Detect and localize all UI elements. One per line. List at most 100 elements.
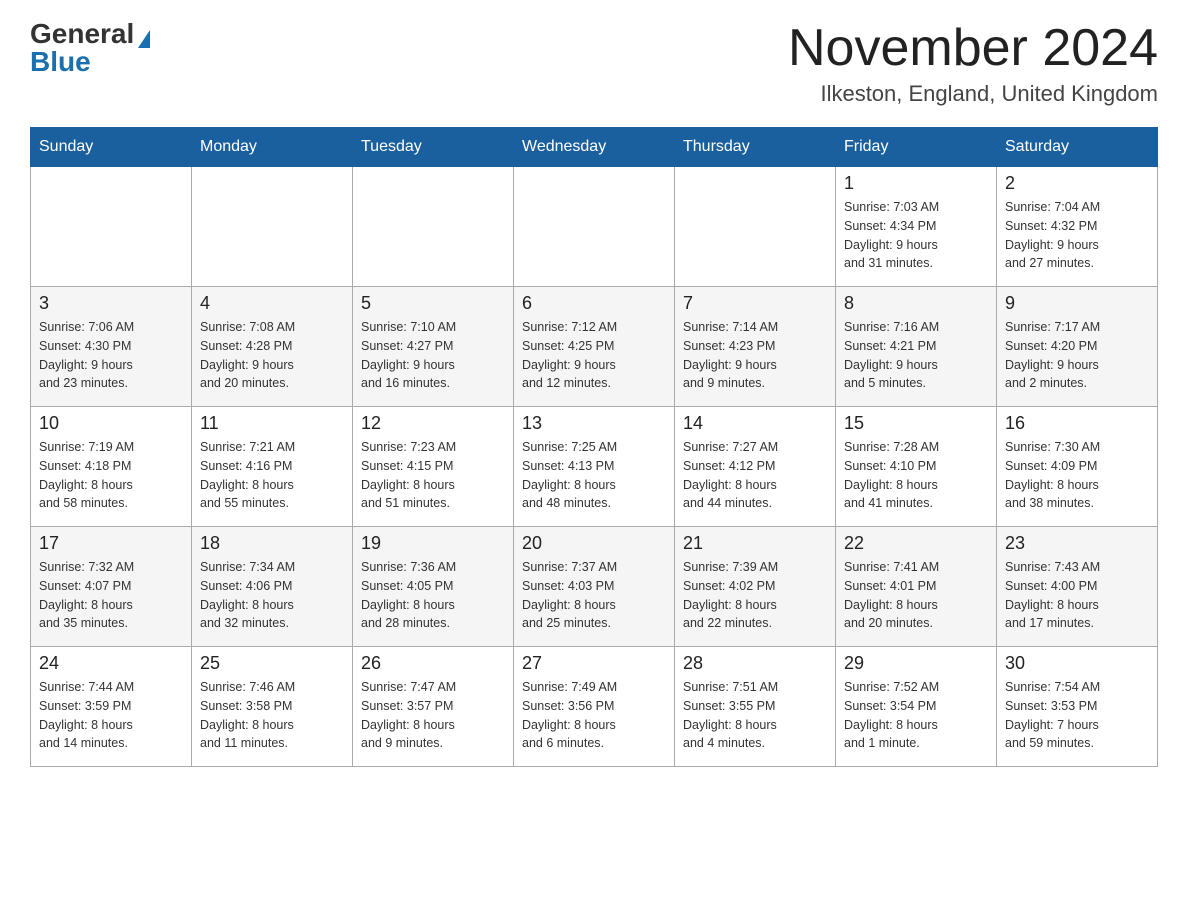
day-number: 10 xyxy=(39,413,183,434)
day-number: 25 xyxy=(200,653,344,674)
day-number: 16 xyxy=(1005,413,1149,434)
day-number: 26 xyxy=(361,653,505,674)
calendar-cell: 18 Sunrise: 7:34 AM Sunset: 4:06 PM Dayli… xyxy=(192,527,353,647)
day-info: Sunrise: 7:37 AM Sunset: 4:03 PM Dayligh… xyxy=(522,558,666,633)
calendar-cell: 22 Sunrise: 7:41 AM Sunset: 4:01 PM Dayli… xyxy=(836,527,997,647)
day-number: 27 xyxy=(522,653,666,674)
day-info: Sunrise: 7:03 AM Sunset: 4:34 PM Dayligh… xyxy=(844,198,988,273)
day-info: Sunrise: 7:51 AM Sunset: 3:55 PM Dayligh… xyxy=(683,678,827,753)
day-headers-row: SundayMondayTuesdayWednesdayThursdayFrid… xyxy=(31,128,1158,167)
calendar-cell xyxy=(675,167,836,287)
day-number: 6 xyxy=(522,293,666,314)
day-info: Sunrise: 7:44 AM Sunset: 3:59 PM Dayligh… xyxy=(39,678,183,753)
day-info: Sunrise: 7:46 AM Sunset: 3:58 PM Dayligh… xyxy=(200,678,344,753)
week-row-3: 10 Sunrise: 7:19 AM Sunset: 4:18 PM Dayli… xyxy=(31,407,1158,527)
day-number: 4 xyxy=(200,293,344,314)
day-info: Sunrise: 7:08 AM Sunset: 4:28 PM Dayligh… xyxy=(200,318,344,393)
day-info: Sunrise: 7:17 AM Sunset: 4:20 PM Dayligh… xyxy=(1005,318,1149,393)
calendar-cell: 7Sunrise: 7:14 AM Sunset: 4:23 PM Daylig… xyxy=(675,287,836,407)
calendar-cell: 27 Sunrise: 7:49 AM Sunset: 3:56 PM Dayli… xyxy=(514,647,675,767)
calendar-cell: 26Sunrise: 7:47 AM Sunset: 3:57 PM Dayli… xyxy=(353,647,514,767)
day-number: 12 xyxy=(361,413,505,434)
day-info: Sunrise: 7:19 AM Sunset: 4:18 PM Dayligh… xyxy=(39,438,183,513)
day-number: 3 xyxy=(39,293,183,314)
day-info: Sunrise: 7:41 AM Sunset: 4:01 PM Dayligh… xyxy=(844,558,988,633)
day-info: Sunrise: 7:32 AM Sunset: 4:07 PM Dayligh… xyxy=(39,558,183,633)
calendar-cell: 4 Sunrise: 7:08 AM Sunset: 4:28 PM Daylig… xyxy=(192,287,353,407)
calendar-cell: 3 Sunrise: 7:06 AM Sunset: 4:30 PM Daylig… xyxy=(31,287,192,407)
day-number: 19 xyxy=(361,533,505,554)
day-number: 8 xyxy=(844,293,988,314)
calendar-cell: 14Sunrise: 7:27 AM Sunset: 4:12 PM Dayli… xyxy=(675,407,836,527)
day-info: Sunrise: 7:52 AM Sunset: 3:54 PM Dayligh… xyxy=(844,678,988,753)
day-info: Sunrise: 7:21 AM Sunset: 4:16 PM Dayligh… xyxy=(200,438,344,513)
day-number: 23 xyxy=(1005,533,1149,554)
day-info: Sunrise: 7:28 AM Sunset: 4:10 PM Dayligh… xyxy=(844,438,988,513)
calendar-cell: 15 Sunrise: 7:28 AM Sunset: 4:10 PM Dayli… xyxy=(836,407,997,527)
day-number: 30 xyxy=(1005,653,1149,674)
day-number: 18 xyxy=(200,533,344,554)
day-info: Sunrise: 7:30 AM Sunset: 4:09 PM Dayligh… xyxy=(1005,438,1149,513)
calendar-cell: 30Sunrise: 7:54 AM Sunset: 3:53 PM Dayli… xyxy=(997,647,1158,767)
calendar-cell: 1Sunrise: 7:03 AM Sunset: 4:34 PM Daylig… xyxy=(836,167,997,287)
day-info: Sunrise: 7:36 AM Sunset: 4:05 PM Dayligh… xyxy=(361,558,505,633)
calendar-cell xyxy=(192,167,353,287)
week-row-1: 1Sunrise: 7:03 AM Sunset: 4:34 PM Daylig… xyxy=(31,167,1158,287)
calendar-table: SundayMondayTuesdayWednesdayThursdayFrid… xyxy=(30,127,1158,767)
page-header: General Blue November 2024 Ilkeston, Eng… xyxy=(30,20,1158,107)
day-number: 20 xyxy=(522,533,666,554)
col-header-monday: Monday xyxy=(192,128,353,167)
calendar-cell xyxy=(31,167,192,287)
calendar-cell: 6 Sunrise: 7:12 AM Sunset: 4:25 PM Daylig… xyxy=(514,287,675,407)
calendar-cell: 2 Sunrise: 7:04 AM Sunset: 4:32 PM Daylig… xyxy=(997,167,1158,287)
week-row-5: 24Sunrise: 7:44 AM Sunset: 3:59 PM Dayli… xyxy=(31,647,1158,767)
col-header-tuesday: Tuesday xyxy=(353,128,514,167)
day-info: Sunrise: 7:27 AM Sunset: 4:12 PM Dayligh… xyxy=(683,438,827,513)
calendar-cell xyxy=(514,167,675,287)
calendar-cell: 20 Sunrise: 7:37 AM Sunset: 4:03 PM Dayli… xyxy=(514,527,675,647)
day-number: 15 xyxy=(844,413,988,434)
calendar-cell: 9 Sunrise: 7:17 AM Sunset: 4:20 PM Daylig… xyxy=(997,287,1158,407)
col-header-thursday: Thursday xyxy=(675,128,836,167)
calendar-cell: 29 Sunrise: 7:52 AM Sunset: 3:54 PM Dayli… xyxy=(836,647,997,767)
day-info: Sunrise: 7:23 AM Sunset: 4:15 PM Dayligh… xyxy=(361,438,505,513)
logo: General Blue xyxy=(30,20,150,76)
calendar-cell: 24Sunrise: 7:44 AM Sunset: 3:59 PM Dayli… xyxy=(31,647,192,767)
logo-triangle-icon xyxy=(138,30,150,48)
day-number: 29 xyxy=(844,653,988,674)
calendar-cell: 28 Sunrise: 7:51 AM Sunset: 3:55 PM Dayli… xyxy=(675,647,836,767)
col-header-wednesday: Wednesday xyxy=(514,128,675,167)
logo-blue: Blue xyxy=(30,48,91,76)
day-number: 9 xyxy=(1005,293,1149,314)
col-header-friday: Friday xyxy=(836,128,997,167)
week-row-2: 3 Sunrise: 7:06 AM Sunset: 4:30 PM Daylig… xyxy=(31,287,1158,407)
logo-general: General xyxy=(30,20,134,48)
location-title: Ilkeston, England, United Kingdom xyxy=(788,81,1158,107)
day-number: 2 xyxy=(1005,173,1149,194)
calendar-cell: 16 Sunrise: 7:30 AM Sunset: 4:09 PM Dayli… xyxy=(997,407,1158,527)
day-number: 17 xyxy=(39,533,183,554)
calendar-cell: 11 Sunrise: 7:21 AM Sunset: 4:16 PM Dayli… xyxy=(192,407,353,527)
calendar-cell xyxy=(353,167,514,287)
col-header-sunday: Sunday xyxy=(31,128,192,167)
day-info: Sunrise: 7:12 AM Sunset: 4:25 PM Dayligh… xyxy=(522,318,666,393)
day-number: 28 xyxy=(683,653,827,674)
day-number: 13 xyxy=(522,413,666,434)
calendar-cell: 19 Sunrise: 7:36 AM Sunset: 4:05 PM Dayli… xyxy=(353,527,514,647)
day-info: Sunrise: 7:34 AM Sunset: 4:06 PM Dayligh… xyxy=(200,558,344,633)
calendar-cell: 23Sunrise: 7:43 AM Sunset: 4:00 PM Dayli… xyxy=(997,527,1158,647)
calendar-cell: 21Sunrise: 7:39 AM Sunset: 4:02 PM Dayli… xyxy=(675,527,836,647)
calendar-cell: 10 Sunrise: 7:19 AM Sunset: 4:18 PM Dayli… xyxy=(31,407,192,527)
day-info: Sunrise: 7:49 AM Sunset: 3:56 PM Dayligh… xyxy=(522,678,666,753)
day-info: Sunrise: 7:04 AM Sunset: 4:32 PM Dayligh… xyxy=(1005,198,1149,273)
day-info: Sunrise: 7:39 AM Sunset: 4:02 PM Dayligh… xyxy=(683,558,827,633)
day-info: Sunrise: 7:16 AM Sunset: 4:21 PM Dayligh… xyxy=(844,318,988,393)
col-header-saturday: Saturday xyxy=(997,128,1158,167)
day-number: 22 xyxy=(844,533,988,554)
calendar-cell: 13 Sunrise: 7:25 AM Sunset: 4:13 PM Dayli… xyxy=(514,407,675,527)
day-info: Sunrise: 7:06 AM Sunset: 4:30 PM Dayligh… xyxy=(39,318,183,393)
week-row-4: 17 Sunrise: 7:32 AM Sunset: 4:07 PM Dayli… xyxy=(31,527,1158,647)
day-number: 11 xyxy=(200,413,344,434)
calendar-cell: 5Sunrise: 7:10 AM Sunset: 4:27 PM Daylig… xyxy=(353,287,514,407)
day-info: Sunrise: 7:25 AM Sunset: 4:13 PM Dayligh… xyxy=(522,438,666,513)
